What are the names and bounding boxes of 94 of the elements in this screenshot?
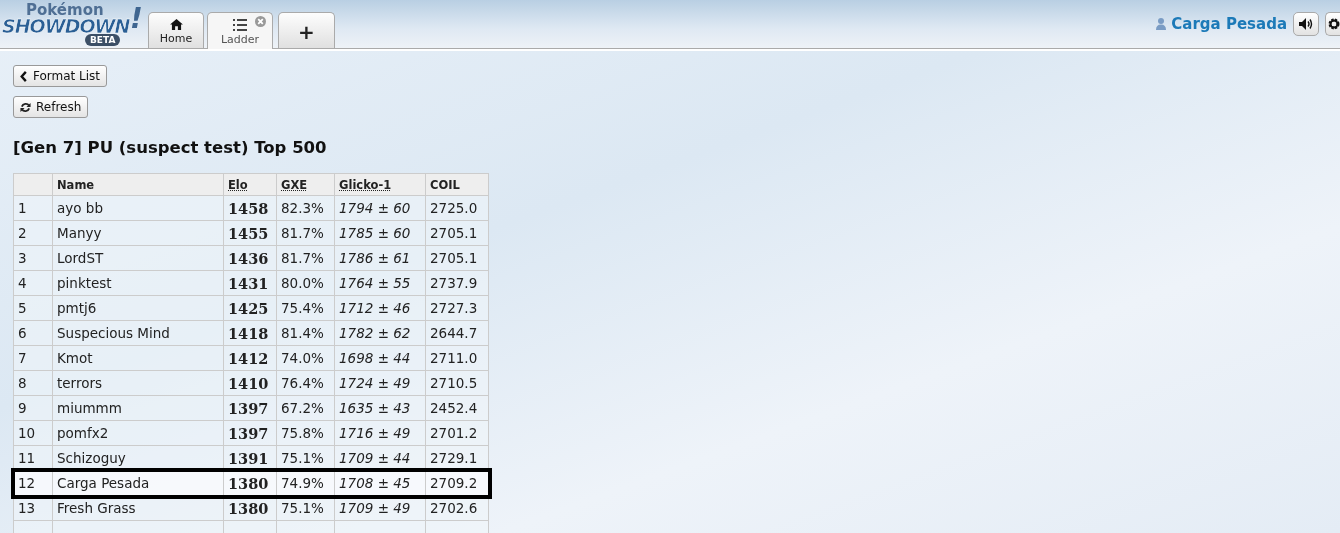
table-cell: Schizoguy	[52, 445, 224, 471]
table-cell: 10	[13, 420, 53, 446]
table-cell: 5	[13, 295, 53, 321]
table-cell: 6	[13, 320, 53, 346]
table-cell: 2705.1	[425, 220, 489, 246]
table-cell: 1712 ± 46	[334, 295, 426, 321]
sound-button[interactable]	[1293, 12, 1319, 36]
table-cell: 2452.4	[425, 395, 489, 421]
table-cell: 67.2%	[276, 395, 335, 421]
close-icon[interactable]	[255, 16, 266, 27]
table-cell: 81.7%	[276, 245, 335, 271]
table-cell: 12	[13, 470, 53, 496]
tab[interactable]: Ladder	[207, 12, 273, 49]
table-cell: 2711.0	[425, 345, 489, 371]
speaker-icon	[1299, 18, 1313, 30]
table-cell: 76.4%	[276, 370, 335, 396]
column-header[interactable]: Elo	[223, 173, 277, 196]
table-cell: 4	[13, 270, 53, 296]
table-cell: 1458	[223, 195, 277, 221]
table-cell: 75.8%	[276, 420, 335, 446]
table-cell: 1391	[223, 445, 277, 471]
table-cell: 1455	[223, 220, 277, 246]
column-header[interactable]: Glicko-1	[334, 173, 426, 196]
chevron-left-icon	[20, 70, 28, 82]
table-cell: 9	[13, 395, 53, 421]
table-cell: miummm	[52, 395, 224, 421]
column-header: COIL	[425, 173, 489, 196]
table-cell: 1	[13, 195, 53, 221]
list-icon	[233, 18, 247, 31]
home-icon	[169, 18, 183, 30]
username-link[interactable]: Carga Pesada	[1156, 15, 1287, 33]
table-cell: 1412	[223, 345, 277, 371]
table-cell: pinktest	[52, 270, 224, 296]
table-cell: 1794 ± 60	[334, 195, 426, 221]
table-cell: 7	[13, 345, 53, 371]
table-cell: Carga Pesada	[52, 470, 224, 496]
table-cell: Kmot	[52, 345, 224, 371]
table-cell: 1724 ± 49	[334, 370, 426, 396]
table-cell: 2705.1	[425, 245, 489, 271]
user-icon	[1156, 18, 1167, 30]
table-cell: 2709.2	[425, 470, 489, 496]
table-cell: 1431	[223, 270, 277, 296]
settings-icon	[1328, 18, 1340, 30]
table-cell: 2710.5	[425, 370, 489, 396]
table-cell: 1436	[223, 245, 277, 271]
table-cell: pomfx2	[52, 420, 224, 446]
column-header: Name	[52, 173, 224, 196]
table-cell: 82.3%	[276, 195, 335, 221]
table-cell: ayo bb	[52, 195, 224, 221]
table-cell: 1785 ± 60	[334, 220, 426, 246]
table-cell: 1709 ± 44	[334, 445, 426, 471]
table-cell: 80.0%	[276, 270, 335, 296]
table-cell: pmtj6	[52, 295, 224, 321]
table-cell: 2	[13, 220, 53, 246]
table-cell: terrors	[52, 370, 224, 396]
settings-button[interactable]	[1325, 12, 1340, 36]
table-cell: 8	[13, 370, 53, 396]
table-cell: 81.7%	[276, 220, 335, 246]
back-button[interactable]: Format List	[13, 65, 108, 87]
tab[interactable]: Home	[148, 12, 204, 48]
table-cell: 1698 ± 44	[334, 345, 426, 371]
table-cell: 75.4%	[276, 295, 335, 321]
table-cell: 2644.7	[425, 320, 489, 346]
refresh-button[interactable]: Refresh	[13, 96, 89, 118]
refresh-icon	[20, 101, 31, 113]
table-cell: 1716 ± 49	[334, 420, 426, 446]
table-cell: 2737.9	[425, 270, 489, 296]
table-cell: LordST	[52, 245, 224, 271]
table-cell: 74.9%	[276, 470, 335, 496]
table-cell: 2727.3	[425, 295, 489, 321]
table-cell: 2729.1	[425, 445, 489, 471]
table-cell: 1786 ± 61	[334, 245, 426, 271]
page-title: [Gen 7] PU (suspect test) Top 500	[13, 138, 328, 157]
table-cell: 1380	[223, 470, 277, 496]
new-tab-button[interactable]: +	[278, 12, 335, 48]
table-cell: Suspecious Mind	[52, 320, 224, 346]
table-cell: 1425	[223, 295, 277, 321]
table-cell: 1635 ± 43	[334, 395, 426, 421]
table-cell: 1708 ± 45	[334, 470, 426, 496]
table-cell: 3	[13, 245, 53, 271]
table-cell: 75.1%	[276, 445, 335, 471]
table-cell: 1782 ± 62	[334, 320, 426, 346]
table-cell: 2701.2	[425, 420, 489, 446]
table-cell: 2725.0	[425, 195, 489, 221]
table-cell: 1418	[223, 320, 277, 346]
table-cell: 81.4%	[276, 320, 335, 346]
table-cell: 1397	[223, 395, 277, 421]
table-cell: 11	[13, 445, 53, 471]
table-cell: 1410	[223, 370, 277, 396]
column-header[interactable]: GXE	[276, 173, 335, 196]
table-cell: 74.0%	[276, 345, 335, 371]
table-cell: 1397	[223, 420, 277, 446]
table-cell: Manyy	[52, 220, 224, 246]
table-cell: 1764 ± 55	[334, 270, 426, 296]
